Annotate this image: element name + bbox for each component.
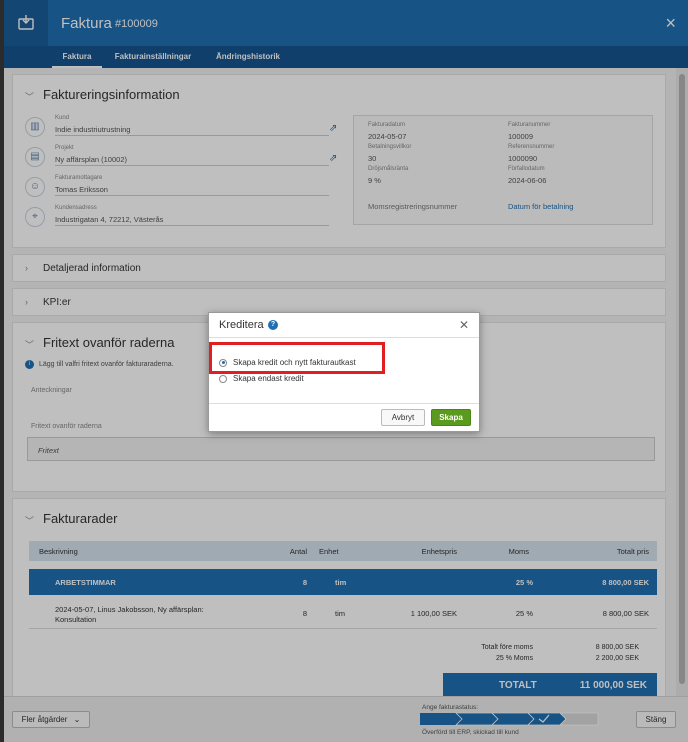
- divider: [209, 337, 479, 338]
- radio-icon[interactable]: [219, 374, 227, 383]
- close-icon[interactable]: ✕: [459, 318, 469, 332]
- create-button[interactable]: Skapa: [431, 409, 471, 426]
- dialog-title: Kreditera: [219, 319, 264, 331]
- help-icon[interactable]: ?: [268, 320, 278, 330]
- highlight-annotation: [209, 342, 385, 374]
- divider: [209, 403, 479, 404]
- option2-label: Skapa endast kredit: [233, 374, 304, 383]
- cancel-button[interactable]: Avbryt: [381, 409, 425, 426]
- option-credit-only[interactable]: Skapa endast kredit: [219, 374, 304, 383]
